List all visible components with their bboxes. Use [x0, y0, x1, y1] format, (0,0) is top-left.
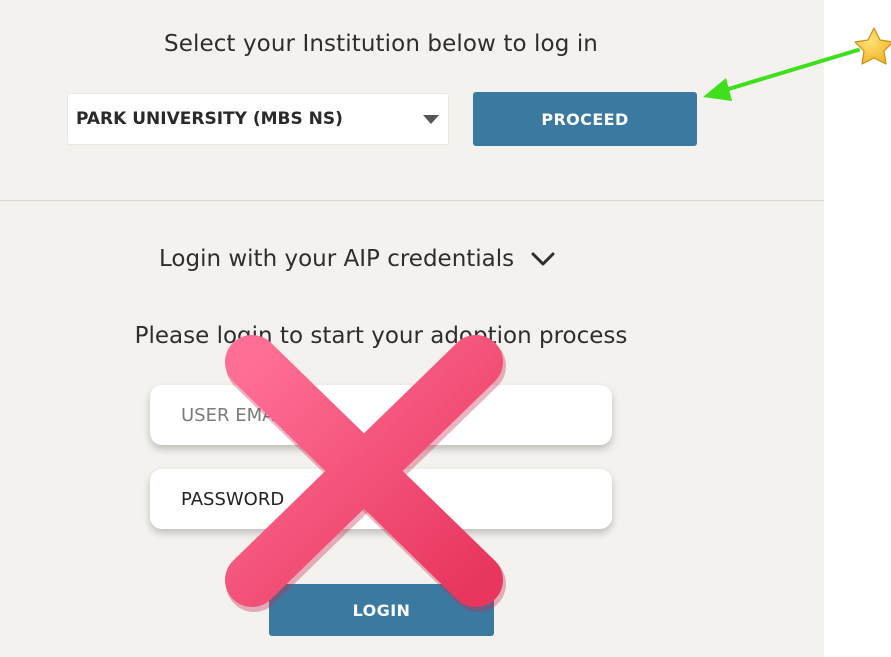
- email-field[interactable]: USER EMAIL: [150, 385, 612, 445]
- email-placeholder: USER EMAIL: [181, 404, 290, 426]
- chevron-down-icon: [531, 252, 555, 266]
- login-button[interactable]: LOGIN: [269, 584, 494, 636]
- institution-select-value: PARK UNIVERSITY (MBS NS): [76, 109, 343, 129]
- login-prompt: Please login to start your adoption proc…: [134, 323, 628, 349]
- star-icon: [854, 27, 891, 65]
- aip-credentials-toggle[interactable]: Login with your AIP credentials: [159, 246, 556, 272]
- password-placeholder: PASSWORD: [181, 488, 285, 510]
- caret-down-icon: [423, 115, 439, 124]
- login-panel: Select your Institution below to log in …: [0, 0, 824, 657]
- password-field[interactable]: PASSWORD: [150, 469, 612, 529]
- proceed-button[interactable]: PROCEED: [473, 92, 697, 146]
- aip-toggle-label: Login with your AIP credentials: [159, 246, 515, 272]
- institution-heading: Select your Institution below to log in: [164, 31, 598, 57]
- section-divider: [0, 200, 824, 201]
- institution-select[interactable]: PARK UNIVERSITY (MBS NS): [67, 93, 449, 145]
